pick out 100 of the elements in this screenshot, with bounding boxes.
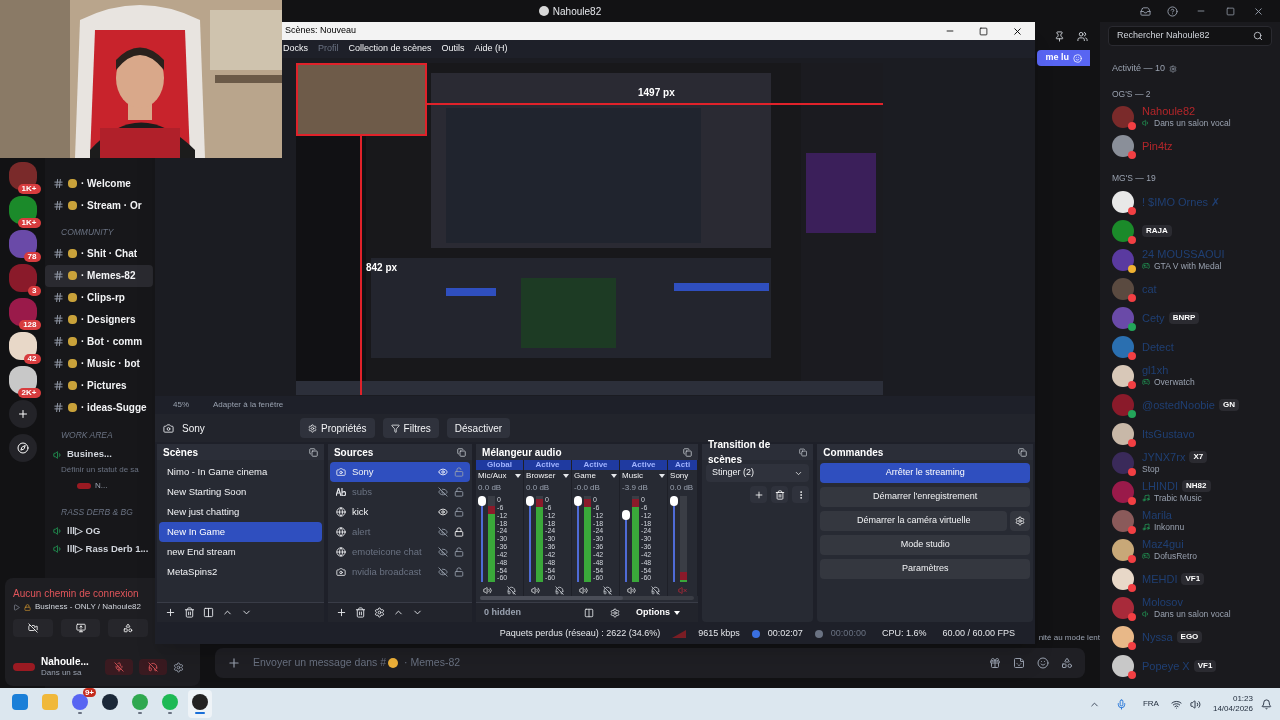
scene-item[interactable]: New In Game — [159, 522, 322, 542]
voice-channel[interactable]: lll▷ OG — [53, 522, 153, 541]
toolbar-button[interactable]: Filtres — [382, 418, 439, 438]
channel-item[interactable]: · Shit · Chat — [45, 242, 153, 265]
speaker-icon[interactable] — [483, 586, 493, 595]
close-icon[interactable] — [1012, 25, 1023, 37]
menu-item[interactable]: Outils — [441, 42, 465, 56]
deafen-toggle[interactable] — [139, 659, 167, 675]
voice-channel[interactable]: Busines... — [53, 445, 153, 464]
menu-item[interactable]: Collection de scènes — [348, 42, 432, 56]
scene-item[interactable]: MetaSpins2 — [159, 562, 322, 582]
member-row[interactable]: Popeye X VF1 — [1108, 651, 1272, 680]
attach-icon[interactable] — [227, 656, 241, 670]
microphone-icon[interactable] — [1115, 698, 1127, 710]
close-icon[interactable] — [1253, 5, 1264, 17]
members-icon[interactable] — [1077, 30, 1088, 42]
monitor-off-icon[interactable] — [650, 586, 660, 595]
member-row[interactable]: Molosov Dans un salon vocal — [1108, 593, 1272, 622]
pin-icon[interactable] — [1054, 30, 1065, 42]
add-server-button[interactable] — [8, 400, 37, 428]
channel-item[interactable]: · Stream · Or — [45, 194, 153, 216]
menu-item[interactable]: Aide (H) — [474, 42, 508, 56]
caret-icon[interactable] — [563, 474, 570, 478]
channel-item[interactable]: · Memes-82 — [45, 264, 153, 287]
taskbar-app[interactable] — [188, 690, 212, 718]
speaker-icon[interactable] — [579, 586, 589, 595]
volume-slider[interactable] — [526, 496, 535, 582]
gift-icon[interactable] — [989, 657, 1001, 669]
delete-icon[interactable] — [184, 607, 195, 618]
undock-icon[interactable] — [457, 447, 467, 457]
add-button[interactable] — [750, 486, 768, 503]
delete-button[interactable] — [771, 486, 789, 503]
speaker-icon[interactable] — [627, 586, 637, 595]
monitor-off-icon[interactable] — [554, 586, 564, 595]
add-icon[interactable] — [335, 607, 347, 618]
screen-share-button[interactable] — [60, 619, 101, 637]
undock-icon[interactable] — [308, 447, 318, 457]
member-row[interactable]: Maz4gui DofusRetro — [1108, 535, 1272, 564]
member-row[interactable]: Marila Inkonnu — [1108, 506, 1272, 535]
transition-select[interactable]: Stinger (2) — [706, 464, 810, 482]
channel-item[interactable]: · Welcome — [45, 172, 153, 194]
visibility-icon[interactable] — [438, 487, 449, 497]
command-button[interactable]: Mode studio — [820, 535, 1030, 555]
maximize-icon[interactable] — [1226, 6, 1235, 16]
visibility-icon[interactable] — [438, 527, 449, 537]
scene-item[interactable]: New just chatting — [159, 502, 322, 522]
caret-icon[interactable] — [659, 474, 666, 478]
category-label[interactable]: WORK AREA — [45, 418, 153, 446]
visibility-icon[interactable] — [438, 547, 449, 557]
member-row[interactable]: Nyssa EGO — [1108, 622, 1272, 651]
channel-item[interactable]: · ideas-Sugge — [45, 396, 153, 419]
more-button[interactable] — [792, 486, 810, 503]
member-row[interactable]: gl1xh Overwatch — [1108, 361, 1272, 390]
channel-item[interactable]: · Bot · comm — [45, 330, 153, 353]
toolbar-button[interactable]: Désactiver — [446, 418, 511, 438]
toolbar-button[interactable]: Propriétés — [300, 418, 375, 438]
lock-icon[interactable] — [454, 527, 465, 537]
member-row[interactable]: @ostedNoobie GN — [1108, 390, 1272, 419]
mic-toggle[interactable] — [105, 659, 133, 675]
discover-button[interactable] — [8, 434, 37, 462]
caret-icon[interactable] — [515, 474, 522, 478]
activities-button[interactable] — [108, 619, 148, 637]
notifications-icon[interactable] — [1261, 698, 1272, 710]
scene-item[interactable]: Nimo - In Game cinema — [159, 462, 322, 482]
monitor-off-icon[interactable] — [506, 586, 516, 595]
member-row[interactable]: RAJA — [1108, 216, 1272, 245]
category-label[interactable]: COMMUNITY — [45, 216, 153, 243]
channel-item[interactable]: · Pictures — [45, 374, 153, 397]
scene-item[interactable]: New Starting Soon — [159, 482, 322, 502]
member-row[interactable]: JYNX7rx X7 Stop — [1108, 448, 1272, 477]
channel-item[interactable]: · Music · bot — [45, 352, 153, 375]
command-button[interactable]: Démarrer l'enregistrement — [820, 487, 1030, 507]
apps-icon[interactable] — [1061, 657, 1073, 669]
channel-item[interactable]: · Designers — [45, 308, 153, 331]
speaker-icon[interactable] — [531, 586, 541, 595]
camera-button[interactable] — [13, 619, 53, 637]
scene-item[interactable]: new End stream — [159, 542, 322, 562]
settings-icon[interactable] — [1169, 64, 1178, 73]
settings-button[interactable] — [1010, 511, 1030, 531]
volume-icon[interactable] — [1189, 698, 1201, 710]
language-indicator[interactable]: FRA — [1142, 698, 1159, 710]
layout-icon[interactable] — [584, 607, 595, 618]
delete-icon[interactable] — [354, 607, 366, 618]
channel-item[interactable]: · Clips-rp — [45, 286, 153, 309]
undock-icon[interactable] — [1018, 447, 1027, 457]
voice-channel[interactable]: lll▷ Rass Derb 1... — [53, 540, 153, 559]
member-row[interactable]: Cety BNRP — [1108, 303, 1272, 332]
emoji-picker-icon[interactable] — [1037, 657, 1049, 669]
sticker-icon[interactable] — [1013, 657, 1025, 669]
category-label[interactable]: RASS DERB & BG — [45, 495, 153, 523]
settings-icon[interactable] — [173, 661, 184, 673]
search-field[interactable]: Rechercher Nahoule82 — [1108, 26, 1272, 46]
options-button[interactable]: Options — [628, 605, 689, 620]
menu-item[interactable]: Docks — [283, 42, 308, 56]
command-button[interactable]: Paramètres — [820, 559, 1030, 579]
monitor-off-icon[interactable] — [602, 586, 612, 595]
caret-icon[interactable] — [611, 474, 618, 478]
undock-icon[interactable] — [683, 447, 693, 457]
member-row[interactable]: MEHDI VF1 — [1108, 564, 1272, 593]
wifi-icon[interactable] — [1170, 698, 1182, 710]
